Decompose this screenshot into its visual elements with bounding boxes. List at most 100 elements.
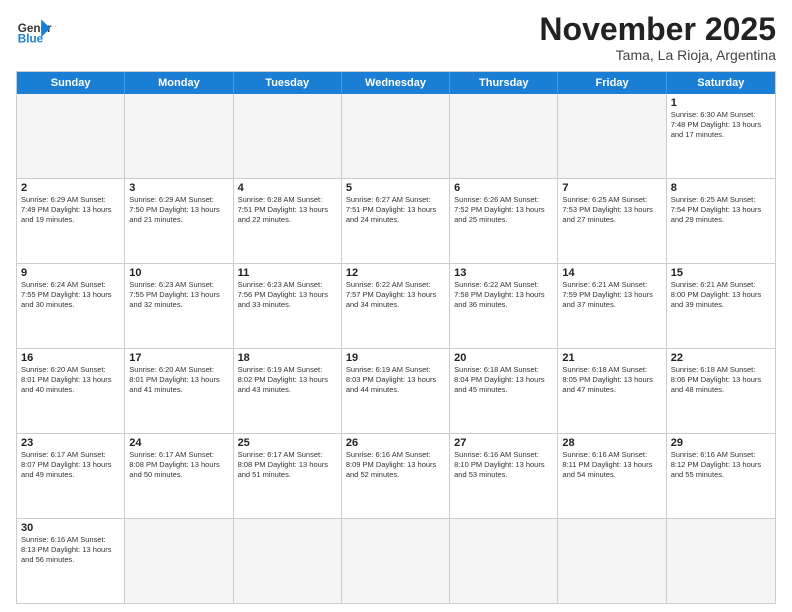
day-cell: 26Sunrise: 6:16 AM Sunset: 8:09 PM Dayli… bbox=[342, 434, 450, 518]
day-number: 29 bbox=[671, 437, 771, 449]
day-cell: 5Sunrise: 6:27 AM Sunset: 7:51 PM Daylig… bbox=[342, 179, 450, 263]
title-block: November 2025 Tama, La Rioja, Argentina bbox=[539, 12, 776, 63]
day-info: Sunrise: 6:30 AM Sunset: 7:48 PM Dayligh… bbox=[671, 110, 771, 140]
day-number: 15 bbox=[671, 267, 771, 279]
day-cell bbox=[450, 519, 558, 603]
day-cell: 30Sunrise: 6:16 AM Sunset: 8:13 PM Dayli… bbox=[17, 519, 125, 603]
day-info: Sunrise: 6:26 AM Sunset: 7:52 PM Dayligh… bbox=[454, 195, 553, 225]
day-info: Sunrise: 6:29 AM Sunset: 7:50 PM Dayligh… bbox=[129, 195, 228, 225]
day-info: Sunrise: 6:16 AM Sunset: 8:12 PM Dayligh… bbox=[671, 450, 771, 480]
day-cell: 12Sunrise: 6:22 AM Sunset: 7:57 PM Dayli… bbox=[342, 264, 450, 348]
day-info: Sunrise: 6:22 AM Sunset: 7:57 PM Dayligh… bbox=[346, 280, 445, 310]
day-cell: 7Sunrise: 6:25 AM Sunset: 7:53 PM Daylig… bbox=[558, 179, 666, 263]
day-info: Sunrise: 6:21 AM Sunset: 7:59 PM Dayligh… bbox=[562, 280, 661, 310]
day-header-saturday: Saturday bbox=[667, 72, 775, 94]
month-title: November 2025 bbox=[539, 12, 776, 47]
day-cell: 20Sunrise: 6:18 AM Sunset: 8:04 PM Dayli… bbox=[450, 349, 558, 433]
day-info: Sunrise: 6:21 AM Sunset: 8:00 PM Dayligh… bbox=[671, 280, 771, 310]
day-info: Sunrise: 6:17 AM Sunset: 8:07 PM Dayligh… bbox=[21, 450, 120, 480]
day-number: 26 bbox=[346, 437, 445, 449]
day-info: Sunrise: 6:19 AM Sunset: 8:03 PM Dayligh… bbox=[346, 365, 445, 395]
day-cell: 29Sunrise: 6:16 AM Sunset: 8:12 PM Dayli… bbox=[667, 434, 775, 518]
day-cell: 22Sunrise: 6:18 AM Sunset: 8:06 PM Dayli… bbox=[667, 349, 775, 433]
day-cell bbox=[558, 519, 666, 603]
day-number: 4 bbox=[238, 182, 337, 194]
svg-text:Blue: Blue bbox=[18, 33, 44, 46]
day-number: 12 bbox=[346, 267, 445, 279]
day-info: Sunrise: 6:17 AM Sunset: 8:08 PM Dayligh… bbox=[238, 450, 337, 480]
day-info: Sunrise: 6:24 AM Sunset: 7:55 PM Dayligh… bbox=[21, 280, 120, 310]
day-number: 19 bbox=[346, 352, 445, 364]
day-cell: 27Sunrise: 6:16 AM Sunset: 8:10 PM Dayli… bbox=[450, 434, 558, 518]
day-number: 14 bbox=[562, 267, 661, 279]
day-cell: 23Sunrise: 6:17 AM Sunset: 8:07 PM Dayli… bbox=[17, 434, 125, 518]
day-info: Sunrise: 6:23 AM Sunset: 7:55 PM Dayligh… bbox=[129, 280, 228, 310]
day-cell bbox=[234, 94, 342, 178]
week-row-1: 1Sunrise: 6:30 AM Sunset: 7:48 PM Daylig… bbox=[17, 94, 775, 179]
week-row-3: 9Sunrise: 6:24 AM Sunset: 7:55 PM Daylig… bbox=[17, 264, 775, 349]
day-cell: 11Sunrise: 6:23 AM Sunset: 7:56 PM Dayli… bbox=[234, 264, 342, 348]
day-header-tuesday: Tuesday bbox=[234, 72, 342, 94]
day-cell bbox=[17, 94, 125, 178]
day-number: 3 bbox=[129, 182, 228, 194]
day-cell: 18Sunrise: 6:19 AM Sunset: 8:02 PM Dayli… bbox=[234, 349, 342, 433]
day-number: 28 bbox=[562, 437, 661, 449]
day-cell: 15Sunrise: 6:21 AM Sunset: 8:00 PM Dayli… bbox=[667, 264, 775, 348]
day-info: Sunrise: 6:17 AM Sunset: 8:08 PM Dayligh… bbox=[129, 450, 228, 480]
subtitle: Tama, La Rioja, Argentina bbox=[539, 47, 776, 63]
day-info: Sunrise: 6:20 AM Sunset: 8:01 PM Dayligh… bbox=[129, 365, 228, 395]
day-info: Sunrise: 6:25 AM Sunset: 7:53 PM Dayligh… bbox=[562, 195, 661, 225]
day-info: Sunrise: 6:16 AM Sunset: 8:11 PM Dayligh… bbox=[562, 450, 661, 480]
day-cell bbox=[125, 94, 233, 178]
day-info: Sunrise: 6:23 AM Sunset: 7:56 PM Dayligh… bbox=[238, 280, 337, 310]
day-number: 18 bbox=[238, 352, 337, 364]
day-number: 10 bbox=[129, 267, 228, 279]
day-number: 17 bbox=[129, 352, 228, 364]
day-header-monday: Monday bbox=[125, 72, 233, 94]
day-info: Sunrise: 6:22 AM Sunset: 7:58 PM Dayligh… bbox=[454, 280, 553, 310]
day-number: 21 bbox=[562, 352, 661, 364]
day-cell: 1Sunrise: 6:30 AM Sunset: 7:48 PM Daylig… bbox=[667, 94, 775, 178]
day-number: 2 bbox=[21, 182, 120, 194]
day-info: Sunrise: 6:18 AM Sunset: 8:05 PM Dayligh… bbox=[562, 365, 661, 395]
day-cell: 9Sunrise: 6:24 AM Sunset: 7:55 PM Daylig… bbox=[17, 264, 125, 348]
day-cell: 4Sunrise: 6:28 AM Sunset: 7:51 PM Daylig… bbox=[234, 179, 342, 263]
day-cell: 21Sunrise: 6:18 AM Sunset: 8:05 PM Dayli… bbox=[558, 349, 666, 433]
day-cell bbox=[125, 519, 233, 603]
header: General Blue November 2025 Tama, La Rioj… bbox=[16, 12, 776, 63]
day-number: 11 bbox=[238, 267, 337, 279]
calendar-body: 1Sunrise: 6:30 AM Sunset: 7:48 PM Daylig… bbox=[17, 94, 775, 603]
day-cell bbox=[450, 94, 558, 178]
day-number: 7 bbox=[562, 182, 661, 194]
day-info: Sunrise: 6:19 AM Sunset: 8:02 PM Dayligh… bbox=[238, 365, 337, 395]
day-cell bbox=[342, 94, 450, 178]
logo: General Blue bbox=[16, 12, 52, 48]
day-header-wednesday: Wednesday bbox=[342, 72, 450, 94]
day-cell: 14Sunrise: 6:21 AM Sunset: 7:59 PM Dayli… bbox=[558, 264, 666, 348]
day-number: 6 bbox=[454, 182, 553, 194]
day-number: 16 bbox=[21, 352, 120, 364]
day-number: 30 bbox=[21, 522, 120, 534]
day-cell: 3Sunrise: 6:29 AM Sunset: 7:50 PM Daylig… bbox=[125, 179, 233, 263]
day-number: 23 bbox=[21, 437, 120, 449]
day-number: 5 bbox=[346, 182, 445, 194]
day-header-sunday: Sunday bbox=[17, 72, 125, 94]
day-info: Sunrise: 6:18 AM Sunset: 8:06 PM Dayligh… bbox=[671, 365, 771, 395]
day-cell: 16Sunrise: 6:20 AM Sunset: 8:01 PM Dayli… bbox=[17, 349, 125, 433]
day-info: Sunrise: 6:16 AM Sunset: 8:09 PM Dayligh… bbox=[346, 450, 445, 480]
day-info: Sunrise: 6:25 AM Sunset: 7:54 PM Dayligh… bbox=[671, 195, 771, 225]
week-row-2: 2Sunrise: 6:29 AM Sunset: 7:49 PM Daylig… bbox=[17, 179, 775, 264]
day-cell: 13Sunrise: 6:22 AM Sunset: 7:58 PM Dayli… bbox=[450, 264, 558, 348]
day-number: 20 bbox=[454, 352, 553, 364]
day-number: 22 bbox=[671, 352, 771, 364]
week-row-4: 16 Sunrise: 6:20 AM Sunset: 8:01 PM Dayli… bbox=[17, 349, 775, 434]
day-cell: 2Sunrise: 6:29 AM Sunset: 7:49 PM Daylig… bbox=[17, 179, 125, 263]
day-info: Sunrise: 6:18 AM Sunset: 8:04 PM Dayligh… bbox=[454, 365, 553, 395]
day-cell: 8Sunrise: 6:25 AM Sunset: 7:54 PM Daylig… bbox=[667, 179, 775, 263]
day-number: 8 bbox=[671, 182, 771, 194]
day-info: Sunrise: 6:28 AM Sunset: 7:51 PM Dayligh… bbox=[238, 195, 337, 225]
day-cell: 10Sunrise: 6:23 AM Sunset: 7:55 PM Dayli… bbox=[125, 264, 233, 348]
day-number: 9 bbox=[21, 267, 120, 279]
day-info: Sunrise: 6:16 AM Sunset: 8:10 PM Dayligh… bbox=[454, 450, 553, 480]
day-cell: 19Sunrise: 6:19 AM Sunset: 8:03 PM Dayli… bbox=[342, 349, 450, 433]
